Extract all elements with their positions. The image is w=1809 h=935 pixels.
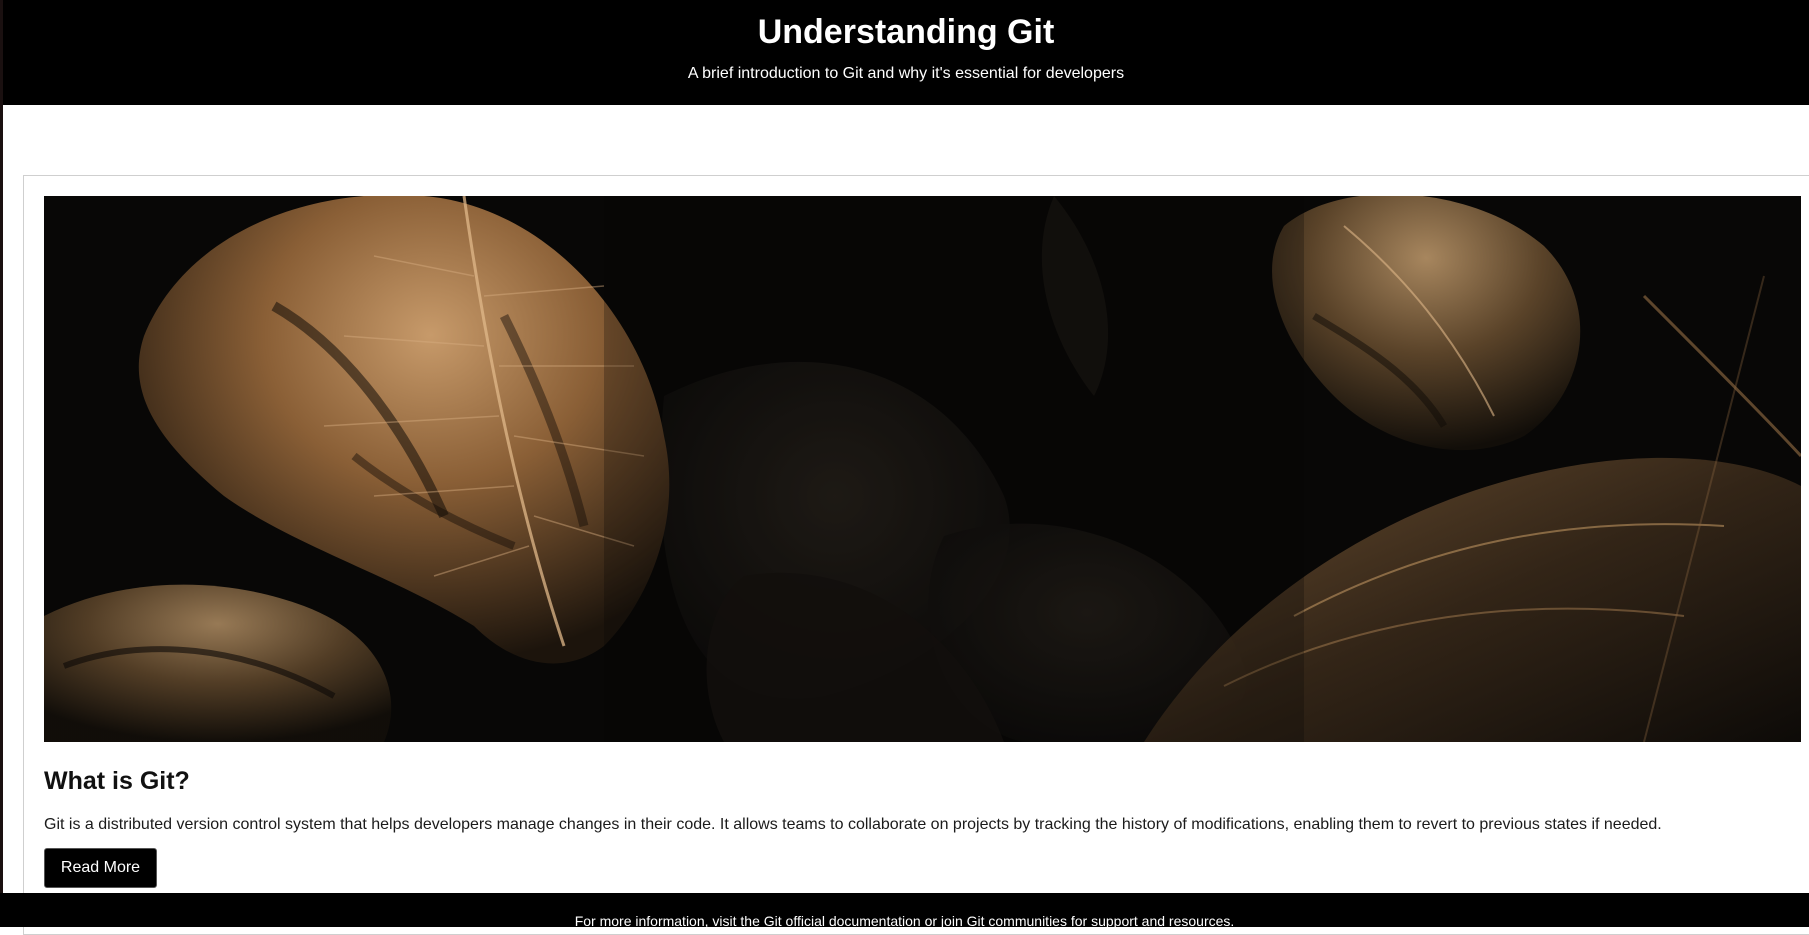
article-card: What is Git? Git is a distributed versio… bbox=[23, 175, 1809, 935]
window-edge bbox=[0, 0, 3, 927]
hero-image bbox=[44, 196, 1801, 742]
article-title: What is Git? bbox=[44, 767, 190, 795]
site-header: Understanding Git A brief introduction t… bbox=[3, 0, 1809, 105]
page-title: Understanding Git bbox=[757, 13, 1055, 51]
page-subtitle: A brief introduction to Git and why it's… bbox=[687, 65, 1125, 82]
site-footer: For more information, visit the Git offi… bbox=[0, 893, 1809, 929]
leaves-illustration bbox=[44, 196, 1801, 742]
read-more-button[interactable]: Read More bbox=[44, 848, 157, 888]
article-body: Git is a distributed version control sys… bbox=[44, 816, 1662, 833]
